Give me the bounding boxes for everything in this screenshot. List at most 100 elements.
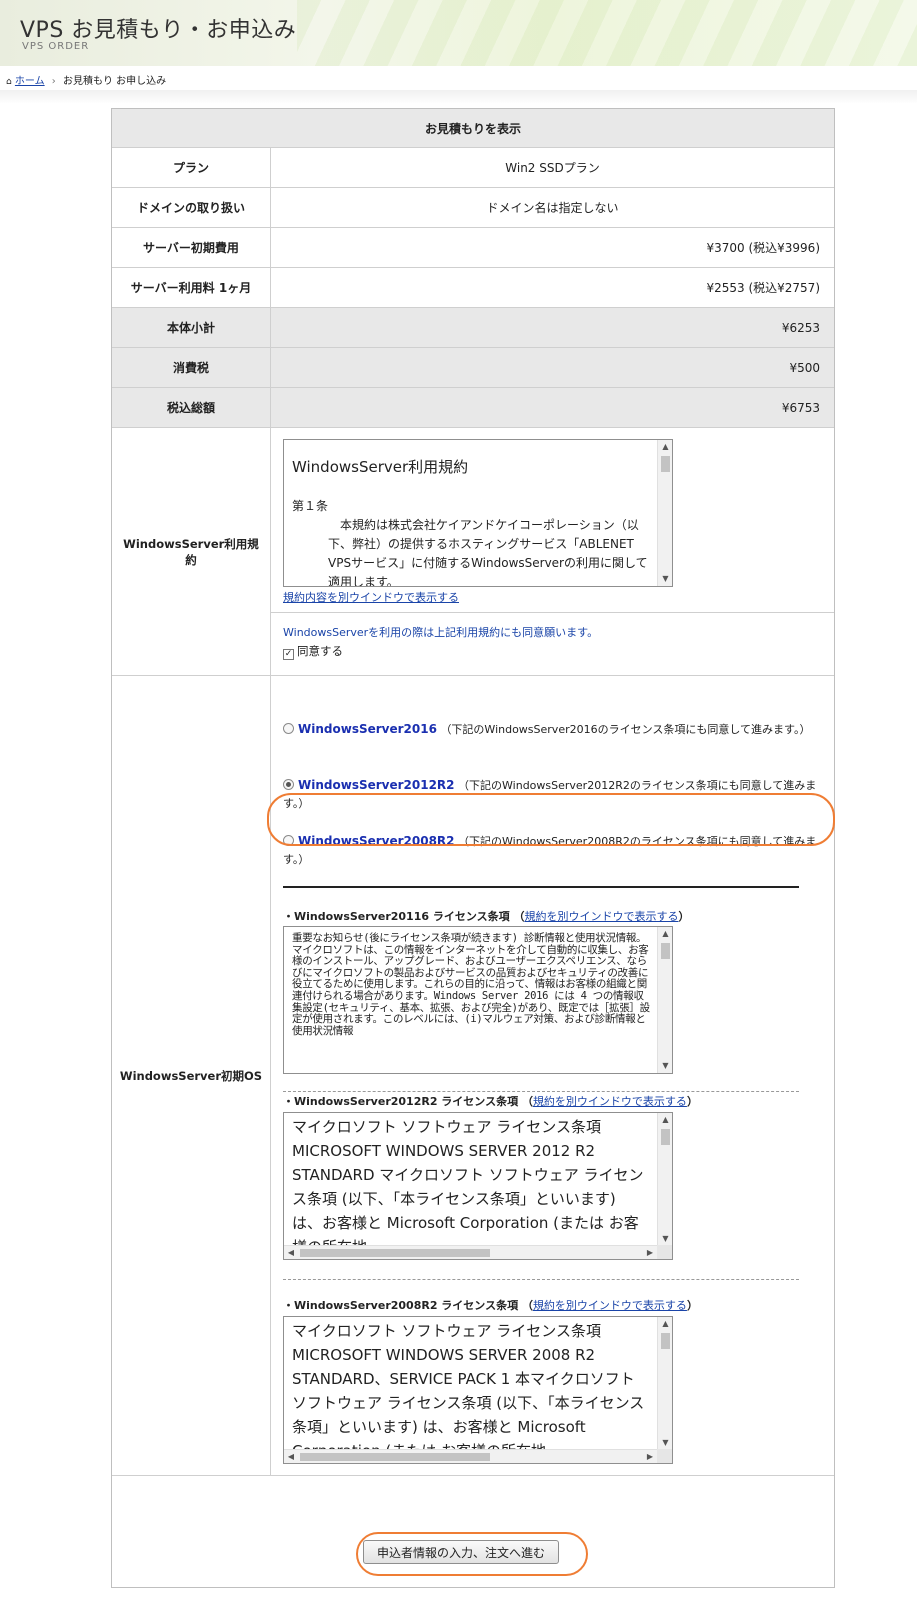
- agree-checkbox[interactable]: ✓: [283, 649, 294, 660]
- license-2012r2-open-link[interactable]: 規約を別ウインドウで表示する: [533, 1095, 687, 1108]
- row-total: 税込総額 ¥6753: [112, 388, 834, 428]
- terms-open-window-link[interactable]: 規約内容を別ウインドウで表示する: [283, 589, 459, 605]
- agree-label: 同意する: [297, 644, 343, 658]
- scroll-up-icon[interactable]: ▲: [658, 440, 672, 454]
- license-2016-text: 重要なお知らせ(後にライセンス条項が続きます) 診断情報と使用状況情報。マイクロ…: [292, 932, 650, 1037]
- paren: ）: [686, 1095, 698, 1108]
- license-heading-text: ・WindowsServer2008R2 ライセンス条項: [283, 1299, 519, 1312]
- row-subtotal: 本体小計 ¥6253: [112, 308, 834, 348]
- license-divider: [283, 1279, 799, 1280]
- breadcrumb-current: お見積もり お申し込み: [62, 76, 167, 87]
- scroll-thumb[interactable]: [300, 1453, 490, 1461]
- scroll-corner: [657, 1245, 672, 1259]
- license-2012r2-scrollbox[interactable]: マイクロソフト ソフトウェア ライセンス条項 MICROSOFT WINDOWS…: [283, 1112, 673, 1260]
- horizontal-scrollbar[interactable]: ◀ ▶: [284, 1245, 657, 1259]
- scroll-right-icon[interactable]: ▶: [643, 1246, 657, 1259]
- row-tax: 消費税 ¥500: [112, 348, 834, 388]
- row-value: ¥3700 (税込¥3996): [706, 241, 820, 255]
- header-decoration: [297, 0, 917, 66]
- row-label: ドメインの取り扱い: [112, 188, 271, 227]
- license-2012r2-text: マイクロソフト ソフトウェア ライセンス条項 MICROSOFT WINDOWS…: [292, 1118, 644, 1256]
- proceed-to-order-button[interactable]: 申込者情報の入力、注文へ進む: [363, 1540, 559, 1564]
- paren: （: [513, 910, 525, 923]
- license-heading-text: ・WindowsServer2012R2 ライセンス条項: [283, 1095, 519, 1108]
- scroll-down-icon[interactable]: ▼: [658, 1232, 672, 1246]
- terms-scrollbox[interactable]: WindowsServer利用規約 第１条 本規約は株式会社ケイアンドケイコーポ…: [283, 439, 673, 587]
- row-label: サーバー利用料 1ヶ月: [112, 268, 271, 307]
- license-2008r2-scrollbox[interactable]: マイクロソフト ソフトウェア ライセンス条項 MICROSOFT WINDOWS…: [283, 1316, 673, 1464]
- scroll-up-icon[interactable]: ▲: [658, 1113, 672, 1127]
- paren: （: [521, 1299, 533, 1312]
- scroll-down-icon[interactable]: ▼: [658, 1059, 672, 1073]
- horizontal-scrollbar[interactable]: ◀ ▶: [284, 1449, 657, 1463]
- page-title: VPS お見積もり・お申込み: [20, 18, 297, 43]
- scroll-thumb[interactable]: [300, 1249, 490, 1257]
- license-divider: [283, 1091, 799, 1092]
- home-icon: ⌂: [6, 77, 12, 87]
- row-label: 本体小計: [112, 308, 271, 347]
- vertical-scrollbar[interactable]: ▲ ▼: [657, 1113, 672, 1246]
- os-note: （下記のWindowsServer2016のライセンス条項にも同意して進みます。…: [440, 723, 811, 736]
- row-label: プラン: [112, 148, 271, 187]
- license-heading-text: ・WindowsServer20116 ライセンス条項: [283, 910, 510, 923]
- scroll-thumb[interactable]: [661, 456, 670, 472]
- license-2016-open-link[interactable]: 規約を別ウインドウで表示する: [524, 910, 678, 923]
- row-initial-os: WindowsServer初期OS WindowsServer2016 （下記の…: [112, 676, 834, 1476]
- license-heading-2016: ・WindowsServer20116 ライセンス条項 （規約を別ウインドウで表…: [283, 908, 689, 924]
- license-2016-scrollbox[interactable]: 重要なお知らせ(後にライセンス条項が続きます) 診断情報と使用状況情報。マイクロ…: [283, 926, 673, 1074]
- row-value: Win2 SSDプラン: [505, 161, 600, 175]
- scroll-down-icon[interactable]: ▼: [658, 1436, 672, 1450]
- row-label: サーバー初期費用: [112, 228, 271, 267]
- paren: （: [521, 1095, 533, 1108]
- radio-2012r2[interactable]: [283, 779, 294, 790]
- license-2008r2-open-link[interactable]: 規約を別ウインドウで表示する: [533, 1299, 687, 1312]
- scroll-left-icon[interactable]: ◀: [284, 1450, 298, 1463]
- radio-2016[interactable]: [283, 723, 294, 734]
- scroll-right-icon[interactable]: ▶: [643, 1450, 657, 1463]
- scroll-thumb[interactable]: [661, 1129, 670, 1145]
- row-value: ¥2553 (税込¥2757): [706, 281, 820, 295]
- breadcrumb: ⌂ ホーム › お見積もり お申し込み: [6, 72, 166, 87]
- os-name: WindowsServer2016: [298, 722, 437, 736]
- license-heading-2012r2: ・WindowsServer2012R2 ライセンス条項 （規約を別ウインドウで…: [283, 1093, 698, 1109]
- scroll-down-icon[interactable]: ▼: [658, 572, 672, 586]
- row-value: ¥6253: [271, 308, 834, 347]
- terms-title: WindowsServer利用規約: [292, 458, 469, 476]
- row-label: 消費税: [112, 348, 271, 387]
- row-value: ¥6753: [271, 388, 834, 427]
- terms-article: 第１条: [292, 499, 329, 513]
- license-heading-2008r2: ・WindowsServer2008R2 ライセンス条項 （規約を別ウインドウで…: [283, 1297, 698, 1313]
- scroll-up-icon[interactable]: ▲: [658, 1317, 672, 1331]
- terms-agree-checkbox-label[interactable]: ✓ 同意する: [283, 643, 343, 660]
- scroll-thumb[interactable]: [661, 943, 670, 959]
- scroll-thumb[interactable]: [661, 1333, 670, 1349]
- row-value: ¥500: [271, 348, 834, 387]
- row-plan: プラン Win2 SSDプラン: [112, 148, 834, 188]
- vertical-scrollbar[interactable]: ▲ ▼: [657, 440, 672, 586]
- os-option-2016[interactable]: WindowsServer2016 （下記のWindowsServer2016の…: [283, 720, 822, 739]
- scroll-corner: [657, 1449, 672, 1463]
- page-subtitle: VPS ORDER: [22, 41, 90, 52]
- scroll-left-icon[interactable]: ◀: [284, 1246, 298, 1259]
- os-option-2012r2[interactable]: WindowsServer2012R2 （下記のWindowsServer201…: [283, 776, 822, 813]
- row-value: ドメイン名は指定しない: [486, 201, 619, 215]
- row-label: WindowsServer利用規約: [112, 428, 271, 675]
- os-option-2008r2[interactable]: WindowsServer2008R2 （下記のWindowsServer200…: [283, 832, 822, 869]
- vertical-scrollbar[interactable]: ▲ ▼: [657, 1317, 672, 1450]
- row-label: 税込総額: [112, 388, 271, 427]
- license-2008r2-text: マイクロソフト ソフトウェア ライセンス条項 MICROSOFT WINDOWS…: [292, 1322, 645, 1460]
- page-header: VPS お見積もり・お申込み VPS ORDER: [0, 0, 917, 66]
- vertical-scrollbar[interactable]: ▲ ▼: [657, 927, 672, 1073]
- estimate-heading: お見積もりを表示: [424, 121, 521, 136]
- terms-agree-cell: WindowsServerを利用の際は上記利用規約にも同意願います。 ✓ 同意する: [271, 613, 834, 675]
- scroll-up-icon[interactable]: ▲: [658, 927, 672, 941]
- radio-2008r2[interactable]: [283, 835, 294, 846]
- breadcrumb-home-link[interactable]: ホーム: [15, 76, 45, 87]
- row-domain: ドメインの取り扱い ドメイン名は指定しない: [112, 188, 834, 228]
- breadcrumb-separator-icon: ›: [51, 76, 56, 87]
- os-name: WindowsServer2008R2: [298, 834, 455, 848]
- estimate-heading-row: お見積もりを表示: [112, 109, 834, 148]
- os-options-cell: WindowsServer2016 （下記のWindowsServer2016の…: [271, 676, 834, 1475]
- row-monthly-fee: サーバー利用料 1ヶ月 ¥2553 (税込¥2757): [112, 268, 834, 308]
- header-shadow: [0, 90, 917, 104]
